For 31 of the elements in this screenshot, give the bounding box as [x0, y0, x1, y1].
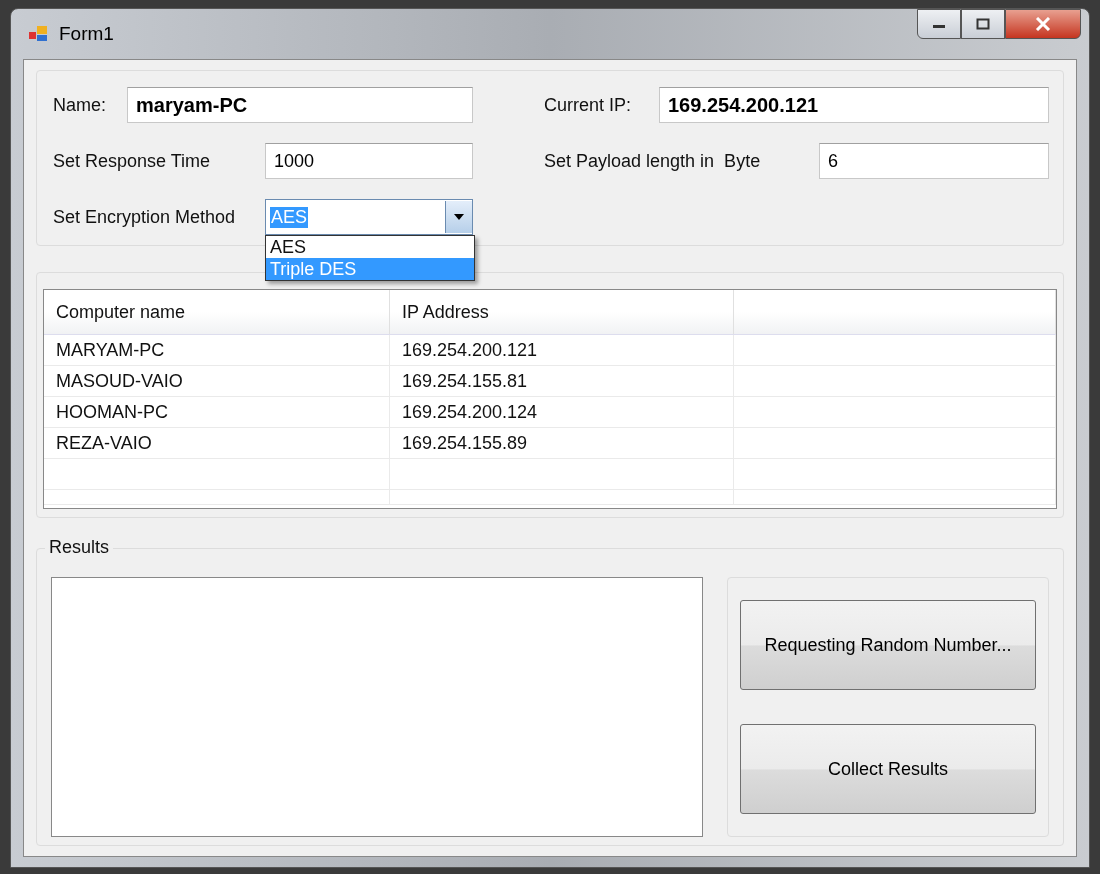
table-cell: MASOUD-VAIO	[44, 366, 390, 396]
window-title: Form1	[59, 23, 114, 45]
table-cell: 169.254.155.89	[390, 428, 734, 458]
dropdown-option[interactable]: AES	[266, 236, 474, 258]
field-label: Set Payload length in Byte	[544, 150, 762, 172]
table-cell: HOOMAN-PC	[44, 397, 390, 427]
table-cell: 169.254.200.124	[390, 397, 734, 427]
field-label: Set Response Time	[53, 150, 212, 172]
column-header[interactable]: Computer name	[44, 290, 390, 334]
dropdown-button[interactable]	[445, 201, 472, 233]
table-cell: 169.254.155.81	[390, 366, 734, 396]
field-label: Name:	[53, 94, 107, 116]
maximize-icon	[976, 18, 990, 30]
table-cell: 169.254.200.121	[390, 335, 734, 365]
payload-length-field[interactable]: 6	[819, 143, 1049, 179]
table-cell: MARYAM-PC	[44, 335, 390, 365]
column-header[interactable]: IP Address	[390, 290, 734, 334]
app-icon	[29, 25, 49, 43]
minimize-button[interactable]	[917, 9, 961, 39]
close-button[interactable]	[1005, 9, 1081, 39]
close-icon	[1035, 17, 1051, 31]
field-label: Set Encryption Method	[53, 206, 237, 228]
name-field[interactable]: maryam-PC	[127, 87, 473, 123]
caret-icon	[454, 214, 464, 220]
response-time-field[interactable]: 1000	[265, 143, 473, 179]
maximize-button[interactable]	[961, 9, 1005, 39]
current-ip-field[interactable]: 169.254.200.121	[659, 87, 1049, 123]
action-button[interactable]: Requesting Random Number...	[740, 600, 1036, 690]
table-cell: REZA-VAIO	[44, 428, 390, 458]
field-label: Current IP:	[544, 94, 633, 116]
action-button[interactable]: Collect Results	[740, 724, 1036, 814]
